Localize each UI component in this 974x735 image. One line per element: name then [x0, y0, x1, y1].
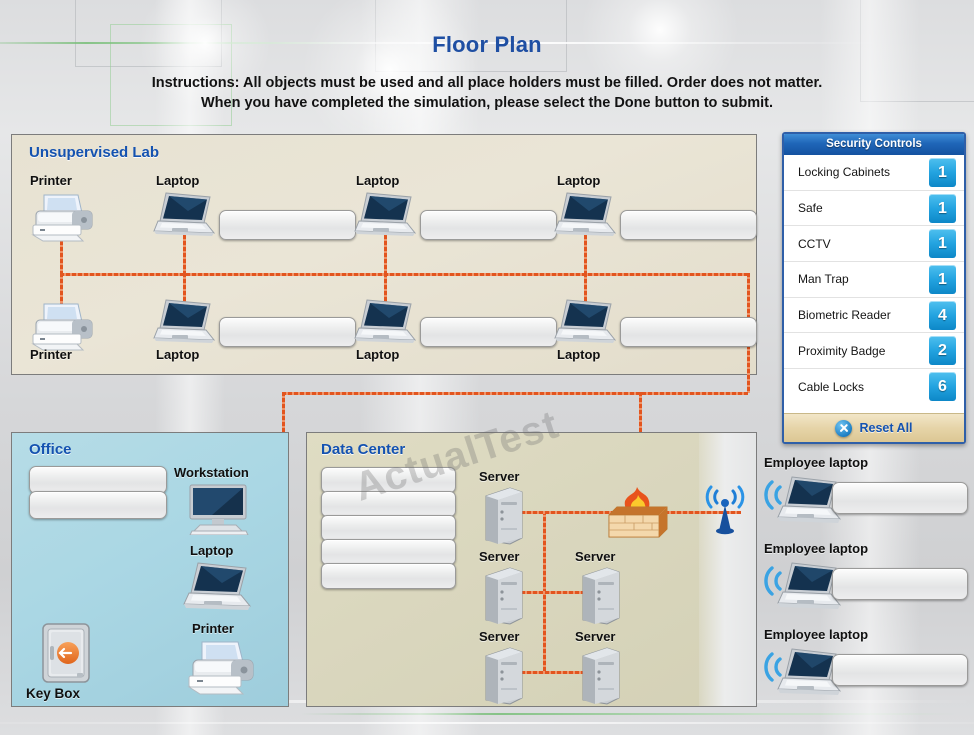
security-control-count[interactable]: 1: [929, 193, 956, 223]
dc-slot-3[interactable]: [321, 515, 456, 541]
lab-slot-5[interactable]: [420, 317, 557, 347]
employee-laptop-slot[interactable]: [832, 568, 968, 600]
laptop-icon: [553, 191, 619, 246]
dc-slot-5[interactable]: [321, 563, 456, 589]
zone-data-center: Data Center Server Server Server Server …: [306, 432, 757, 707]
lab-label-printer-1: Printer: [30, 173, 72, 188]
safe-icon: [39, 621, 95, 692]
security-control-count[interactable]: 4: [929, 300, 956, 330]
zone-title-data-center: Data Center: [321, 441, 406, 458]
printer-icon: [184, 638, 262, 701]
firewall-icon: [607, 483, 677, 550]
office-slot-2[interactable]: [29, 491, 167, 519]
office-slot-1[interactable]: [29, 466, 167, 494]
laptop-icon: [152, 298, 218, 353]
security-control-count[interactable]: 1: [929, 229, 956, 259]
office-label-laptop: Laptop: [190, 543, 234, 558]
lab-label-laptop-4: Laptop: [156, 347, 200, 362]
lab-slot-6[interactable]: [620, 317, 757, 347]
close-circle-icon: [835, 419, 853, 437]
office-label-key-box: Key Box: [26, 686, 81, 701]
lab-label-laptop-5: Laptop: [356, 347, 400, 362]
server-icon: [579, 646, 623, 711]
laptop-icon: [353, 298, 419, 353]
dc-slot-4[interactable]: [321, 539, 456, 565]
lab-slot-2[interactable]: [420, 210, 557, 240]
security-control-count[interactable]: 6: [929, 372, 956, 402]
employee-laptops-group: Employee laptop Employee laptop Employee…: [760, 455, 974, 707]
server-icon: [579, 566, 623, 631]
security-controls-list: Locking Cabinets 1 Safe 1 CCTV 1 Man Tra…: [784, 155, 964, 414]
employee-laptop-item: Employee laptop: [760, 627, 974, 711]
workstation-icon: [182, 483, 254, 540]
zone-unsupervised-lab: Unsupervised Lab Printer Laptop Laptop L…: [11, 134, 757, 393]
server-icon: [482, 566, 526, 631]
employee-laptop-label: Employee laptop: [764, 455, 869, 470]
server-icon: [482, 486, 526, 551]
zone-office: Office Workstation Laptop Printer Key Bo…: [11, 432, 289, 707]
employee-laptop-slot[interactable]: [832, 654, 968, 686]
security-control-count[interactable]: 2: [929, 336, 956, 366]
lab-label-laptop-2: Laptop: [356, 173, 400, 188]
laptop-icon: [152, 191, 218, 246]
security-controls-panel: Security Controls Locking Cabinets 1 Saf…: [782, 132, 966, 444]
employee-laptop-slot[interactable]: [832, 482, 968, 514]
laptop-icon: [353, 191, 419, 246]
floor-plan-board: Unsupervised Lab Printer Laptop Laptop L…: [11, 134, 757, 707]
employee-laptop-item: Employee laptop: [760, 455, 974, 539]
instructions-line-1: Instructions: All objects must be used a…: [151, 75, 823, 91]
security-controls-title: Security Controls: [784, 134, 964, 155]
zone-title-office: Office: [29, 441, 72, 458]
lab-slot-1[interactable]: [219, 210, 356, 240]
security-control-row[interactable]: Biometric Reader 4: [784, 298, 964, 334]
lab-slot-4[interactable]: [219, 317, 356, 347]
office-label-printer: Printer: [192, 621, 234, 636]
security-control-row[interactable]: Locking Cabinets 1: [784, 155, 964, 191]
server-icon: [482, 646, 526, 711]
printer-icon: [28, 191, 100, 248]
lab-label-printer-2: Printer: [30, 347, 72, 362]
reset-all-button[interactable]: Reset All: [784, 413, 964, 442]
dc-right-gutter: [699, 433, 756, 706]
employee-laptop-label: Employee laptop: [764, 541, 869, 556]
zone-title-unsupervised-lab: Unsupervised Lab: [29, 144, 160, 161]
security-control-count[interactable]: 1: [929, 265, 956, 295]
dc-label-server-3: Server: [575, 549, 616, 564]
lab-label-laptop-1: Laptop: [156, 173, 200, 188]
uplink-wire-h: [282, 392, 748, 395]
dc-label-server-1: Server: [479, 469, 520, 484]
dc-slot-2[interactable]: [321, 491, 456, 517]
security-control-row[interactable]: Cable Locks 6: [784, 369, 964, 405]
instructions-text: Instructions: All objects must be used a…: [50, 74, 924, 113]
laptop-icon: [182, 561, 254, 620]
security-control-row[interactable]: Proximity Badge 2: [784, 333, 964, 370]
office-label-workstation: Workstation: [174, 465, 249, 480]
employee-laptop-label: Employee laptop: [764, 627, 869, 642]
lab-slot-3[interactable]: [620, 210, 757, 240]
laptop-icon: [553, 298, 619, 353]
dc-label-server-4: Server: [479, 629, 520, 644]
wireless-access-point-icon: [699, 483, 751, 542]
dc-slot-1[interactable]: [321, 467, 456, 493]
security-control-row[interactable]: Man Trap 1: [784, 262, 964, 298]
employee-laptop-item: Employee laptop: [760, 541, 974, 625]
page-title: Floor Plan: [432, 32, 542, 57]
lab-backbone-wire: [60, 273, 750, 276]
instructions-line-2: When you have completed the simulation, …: [200, 94, 774, 111]
security-control-row[interactable]: Safe 1: [784, 191, 964, 227]
reset-all-label: Reset All: [859, 421, 913, 435]
lab-label-laptop-6: Laptop: [557, 347, 601, 362]
security-control-row[interactable]: CCTV 1: [784, 226, 964, 263]
dc-label-server-5: Server: [575, 629, 616, 644]
dc-label-server-2: Server: [479, 549, 520, 564]
lab-label-laptop-3: Laptop: [557, 173, 601, 188]
security-control-count[interactable]: 1: [929, 158, 956, 187]
